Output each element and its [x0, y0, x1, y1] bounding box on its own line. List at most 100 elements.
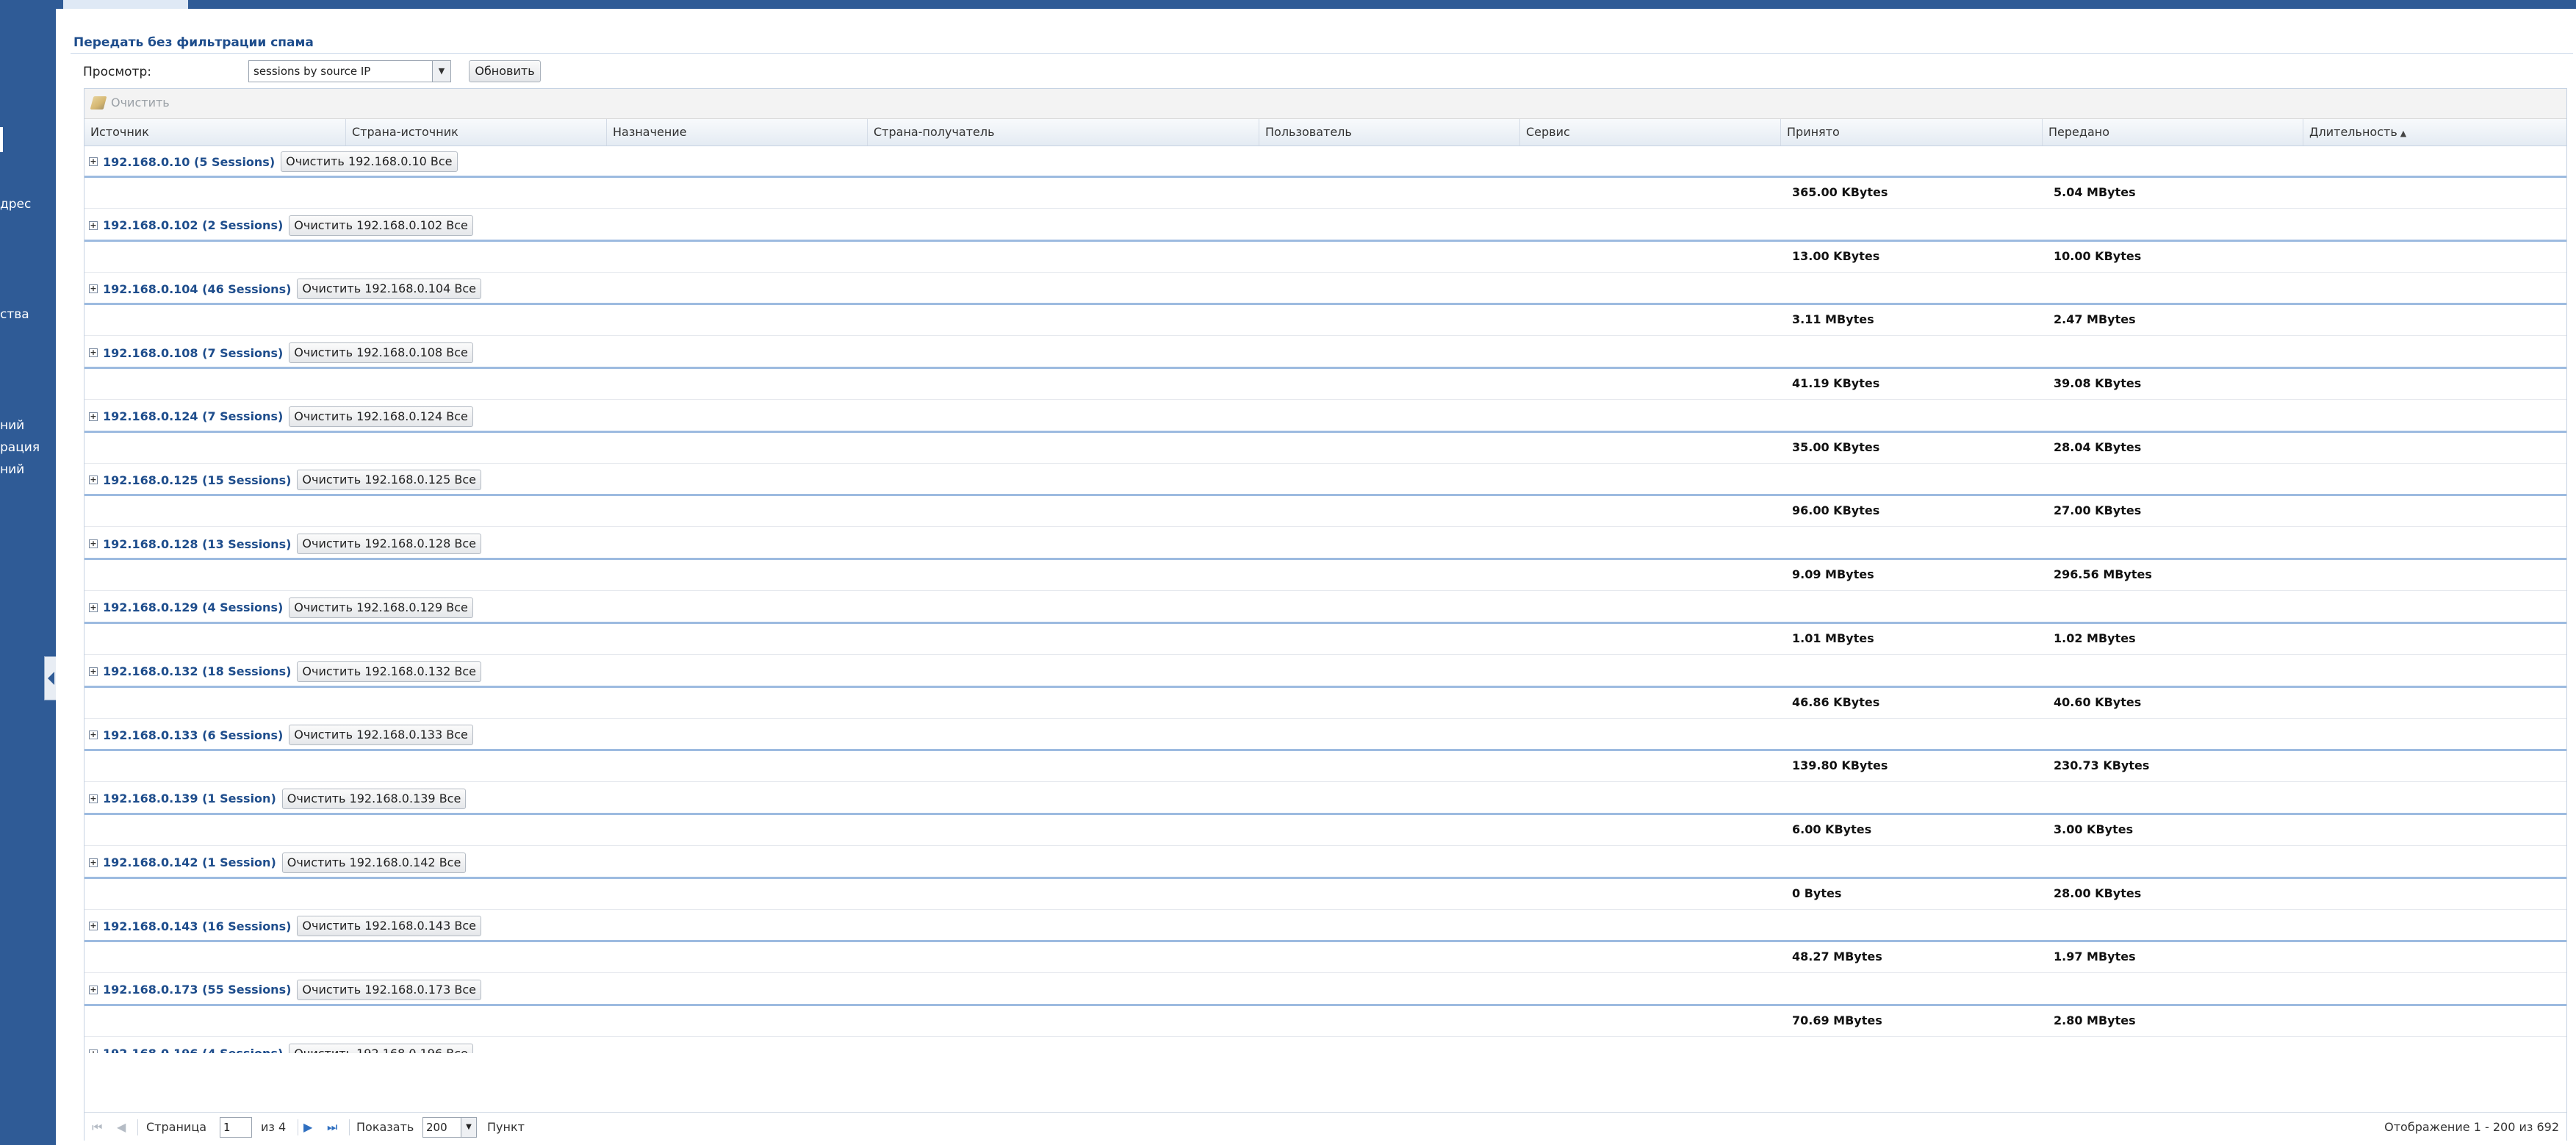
group-header[interactable]: +192.168.0.10 (5 Sessions) Очистить 192.1… [84, 146, 2566, 178]
chevron-down-icon[interactable]: ▼ [432, 61, 450, 82]
group-title[interactable]: 192.168.0.10 (5 Sessions) [103, 155, 275, 169]
clear-group-button[interactable]: Очистить 192.168.0.196 Все [289, 1043, 473, 1053]
column-header-user[interactable]: Пользователь [1259, 119, 1520, 146]
next-page-icon[interactable]: ▶ [303, 1113, 312, 1142]
column-header-sent[interactable]: Передано [2043, 119, 2303, 146]
expand-icon[interactable]: + [89, 858, 98, 867]
column-header-source-country[interactable]: Страна-источник [346, 119, 607, 146]
group-title[interactable]: 192.168.0.132 (18 Sessions) [103, 664, 291, 678]
group-title[interactable]: 192.168.0.124 (7 Sessions) [103, 409, 283, 423]
group-header[interactable]: +192.168.0.129 (4 Sessions) Очистить 192.… [84, 592, 2566, 624]
column-header-duration[interactable]: Длительность ▲ [2303, 119, 2566, 146]
group-summary-row: 9.09 MBytes 296.56 MBytes [84, 560, 2566, 592]
clear-group-button[interactable]: Очистить 192.168.0.139 Все [281, 788, 467, 809]
group-header[interactable]: +192.168.0.104 (46 Sessions) Очистить 192… [84, 273, 2566, 306]
group-header[interactable]: +192.168.0.173 (55 Sessions) Очистить 192… [84, 974, 2566, 1006]
expand-icon[interactable]: + [89, 348, 98, 358]
page-size-label: Показать [356, 1120, 414, 1134]
expand-icon[interactable]: + [89, 220, 98, 230]
group-title[interactable]: 192.168.0.102 (2 Sessions) [103, 218, 283, 232]
group-title[interactable]: 192.168.0.108 (7 Sessions) [103, 346, 283, 360]
refresh-button[interactable]: Обновить [469, 60, 541, 82]
page-number-input[interactable]: 1 [220, 1117, 252, 1138]
expand-icon[interactable]: + [89, 922, 98, 931]
group-title[interactable]: 192.168.0.143 (16 Sessions) [103, 919, 291, 933]
prev-page-icon[interactable]: ◀ [117, 1113, 126, 1142]
column-header-service[interactable]: Сервис [1520, 119, 1781, 146]
panel-title-divider [71, 53, 2573, 54]
sidebar-item-5[interactable]: ний [0, 462, 24, 477]
expand-icon[interactable]: + [89, 412, 98, 421]
clear-group-button[interactable]: Очистить 192.168.0.143 Все [297, 916, 481, 937]
column-header-received[interactable]: Принято [1781, 119, 2043, 146]
group-header[interactable]: +192.168.0.139 (1 Session) Очистить 192.1… [84, 783, 2566, 815]
group-title[interactable]: 192.168.0.128 (13 Sessions) [103, 537, 291, 551]
clear-button[interactable]: Очистить [90, 96, 170, 110]
group-title[interactable]: 192.168.0.196 (4 Sessions) [103, 1047, 283, 1053]
sidebar-item-4[interactable]: рация [0, 440, 40, 455]
group-title[interactable]: 192.168.0.104 (46 Sessions) [103, 282, 291, 296]
sent-total: 39.08 KBytes [2054, 376, 2142, 391]
column-header-destination-country[interactable]: Страна-получатель [868, 119, 1259, 146]
expand-icon[interactable]: + [89, 1049, 98, 1053]
sent-total: 27.00 KBytes [2054, 503, 2142, 518]
pagination-bar: ⏮ ◀ Страница 1 из 4 ▶ ⏭ Показать 200 ▼ П… [84, 1112, 2566, 1142]
sidebar-item-1[interactable]: дрес [0, 197, 31, 212]
group-title[interactable]: 192.168.0.142 (1 Session) [103, 855, 276, 869]
group-title[interactable]: 192.168.0.129 (4 Sessions) [103, 600, 283, 614]
group-header[interactable]: +192.168.0.142 (1 Session) Очистить 192.1… [84, 847, 2566, 879]
clear-group-button[interactable]: Очистить 192.168.0.102 Все [289, 215, 473, 236]
session-group: +192.168.0.129 (4 Sessions) Очистить 192.… [84, 592, 2566, 656]
expand-icon[interactable]: + [89, 985, 98, 994]
expand-icon[interactable]: + [89, 731, 98, 740]
group-header[interactable]: +192.168.0.128 (13 Sessions) Очистить 192… [84, 528, 2566, 561]
expand-icon[interactable]: + [89, 284, 98, 294]
clear-group-button[interactable]: Очистить 192.168.0.129 Все [289, 597, 473, 618]
expand-icon[interactable]: + [89, 794, 98, 803]
chevron-down-icon[interactable]: ▼ [461, 1118, 476, 1137]
clear-group-button[interactable]: Очистить 192.168.0.142 Все [281, 852, 467, 873]
first-page-icon[interactable]: ⏮ [92, 1113, 102, 1142]
grid-body: +192.168.0.10 (5 Sessions) Очистить 192.1… [84, 146, 2566, 1053]
clear-group-button[interactable]: Очистить 192.168.0.108 Все [289, 342, 473, 364]
group-header[interactable]: +192.168.0.132 (18 Sessions) Очистить 192… [84, 656, 2566, 688]
group-header[interactable]: +192.168.0.124 (7 Sessions) Очистить 192.… [84, 401, 2566, 433]
group-header[interactable]: +192.168.0.133 (6 Sessions) Очистить 192.… [84, 719, 2566, 752]
column-header-destination[interactable]: Назначение [607, 119, 868, 146]
clear-group-button[interactable]: Очистить 192.168.0.128 Все [297, 534, 481, 555]
column-header-source[interactable]: Источник [84, 119, 346, 146]
expand-icon[interactable]: + [89, 157, 98, 166]
clear-group-button[interactable]: Очистить 192.168.0.173 Все [297, 979, 481, 1000]
expand-icon[interactable]: + [89, 667, 98, 676]
clear-group-button[interactable]: Очистить 192.168.0.104 Все [297, 279, 481, 300]
group-title[interactable]: 192.168.0.139 (1 Session) [103, 792, 276, 805]
clear-group-button[interactable]: Очистить 192.168.0.10 Все [281, 151, 458, 172]
group-title[interactable]: 192.168.0.125 (15 Sessions) [103, 473, 291, 487]
clear-group-button[interactable]: Очистить 192.168.0.125 Все [297, 470, 481, 491]
session-group: +192.168.0.142 (1 Session) Очистить 192.1… [84, 847, 2566, 911]
group-header[interactable]: +192.168.0.108 (7 Sessions) Очистить 192.… [84, 337, 2566, 370]
expand-icon[interactable]: + [89, 539, 98, 549]
session-group: +192.168.0.102 (2 Sessions) Очистить 192.… [84, 209, 2566, 273]
group-summary-row: 96.00 KBytes 27.00 KBytes [84, 496, 2566, 528]
last-page-icon[interactable]: ⏭ [327, 1113, 337, 1142]
clear-group-button[interactable]: Очистить 192.168.0.132 Все [297, 661, 481, 682]
group-header[interactable]: +192.168.0.196 (4 Sessions) Очистить 192.… [84, 1038, 2566, 1053]
top-tab-strip [56, 0, 2576, 9]
group-header[interactable]: +192.168.0.102 (2 Sessions) Очистить 192.… [84, 209, 2566, 242]
group-title[interactable]: 192.168.0.173 (55 Sessions) [103, 983, 291, 997]
clear-group-button[interactable]: Очистить 192.168.0.133 Все [289, 725, 473, 746]
view-select[interactable]: sessions by source IP ▼ [248, 60, 451, 82]
group-title[interactable]: 192.168.0.133 (6 Sessions) [103, 728, 283, 742]
expand-icon[interactable]: + [89, 475, 98, 485]
group-header[interactable]: +192.168.0.125 (15 Sessions) Очистить 192… [84, 464, 2566, 497]
received-total: 9.09 MBytes [1792, 567, 1874, 582]
page-size-select[interactable]: 200 ▼ [422, 1117, 477, 1138]
clear-group-button[interactable]: Очистить 192.168.0.124 Все [289, 406, 473, 427]
expand-icon[interactable]: + [89, 603, 98, 612]
sidebar-collapse-handle[interactable] [44, 656, 56, 700]
sidebar-item-3[interactable]: ний [0, 418, 24, 433]
sidebar-item-2[interactable]: ства [0, 307, 29, 322]
active-top-tab[interactable] [63, 0, 188, 9]
group-header[interactable]: +192.168.0.143 (16 Sessions) Очистить 192… [84, 910, 2566, 943]
